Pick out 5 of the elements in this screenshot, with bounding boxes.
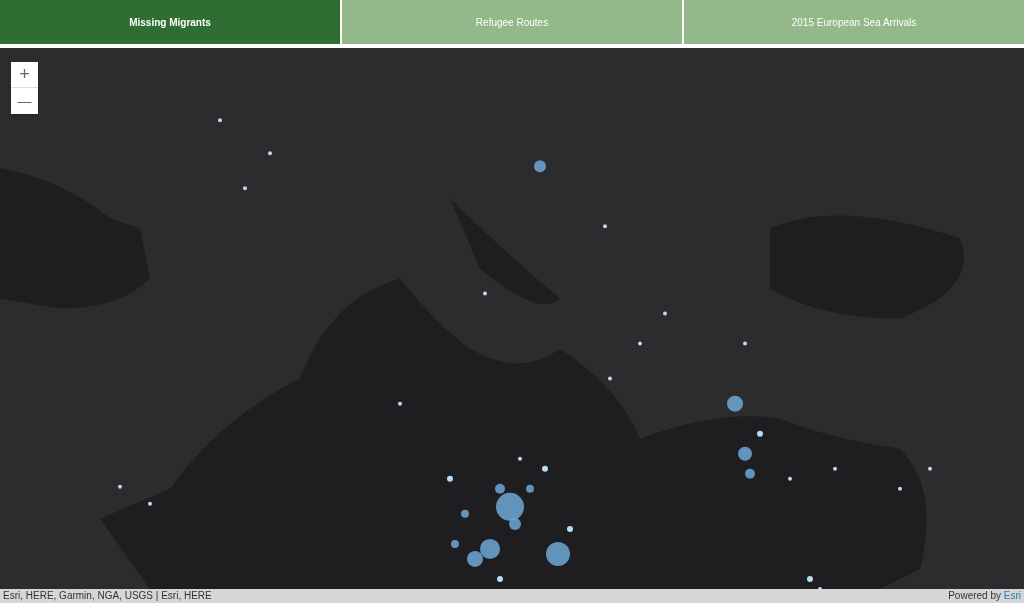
tab[interactable]: Missing Migrants <box>0 0 340 44</box>
attribution-text: Esri, HERE, Garmin, NGA, USGS | Esri, HERE <box>3 591 212 601</box>
zoom-in-button[interactable]: + <box>11 62 38 88</box>
zoom-out-button[interactable]: — <box>11 88 38 114</box>
powered-by-text: Powered by Esri <box>948 591 1021 601</box>
